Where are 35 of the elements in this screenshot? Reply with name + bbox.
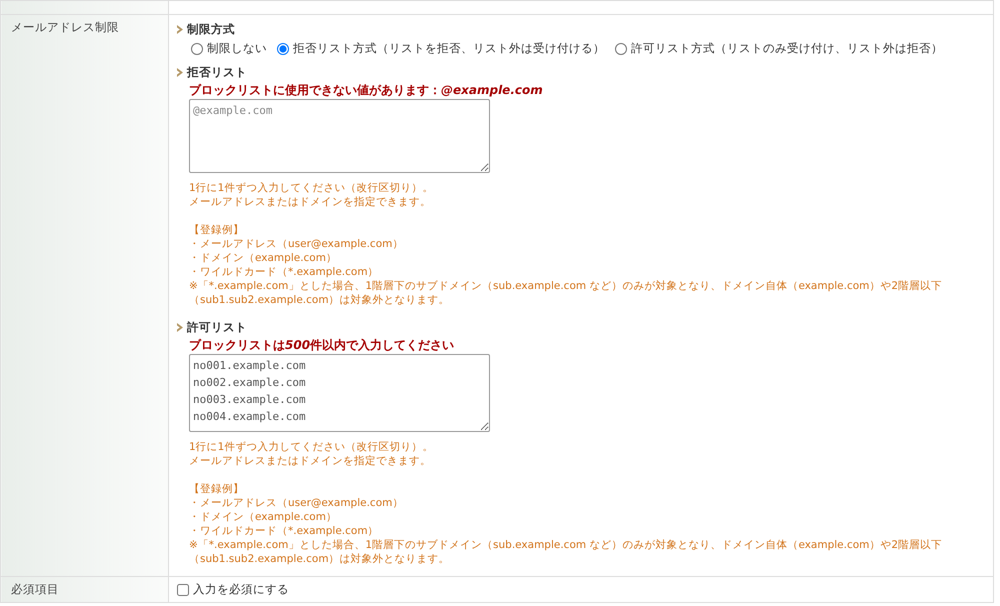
section-heading: 許可リスト bbox=[187, 318, 247, 336]
help-text: ・ワイルドカード（*.example.com） bbox=[189, 524, 380, 538]
help-text: ・ドメイン（example.com） bbox=[189, 510, 338, 524]
radio-button[interactable] bbox=[615, 42, 627, 55]
option-label: 制限しない bbox=[207, 40, 267, 58]
help-text: ・メールアドレス（user@example.com） bbox=[189, 496, 404, 510]
help-text: 【登録例】 bbox=[189, 482, 245, 496]
checkbox-label: 入力を必須にする bbox=[193, 581, 289, 598]
radio-button[interactable] bbox=[191, 42, 203, 55]
radio-option[interactable]: 制限しない bbox=[191, 40, 267, 58]
help-text: （sub1.sub2.example.com）は対象外となります。 bbox=[189, 292, 451, 307]
help-text: 1行に1件ずつ入力してください（改行区切り）。 bbox=[189, 180, 434, 195]
help-text: メールアドレスまたはドメインを指定できます。 bbox=[189, 454, 432, 468]
field-label: メールアドレス制限 bbox=[0, 14, 168, 576]
help-text: ・ドメイン（example.com） bbox=[189, 250, 338, 265]
text-area[interactable]: @example.com bbox=[189, 98, 490, 173]
error-message: ブロックリストに使用できない値があります：@example.com bbox=[189, 82, 544, 99]
help-text: 【登録例】 bbox=[189, 222, 245, 237]
text-area[interactable]: no001.example.com no002.example.com no003.example.com no004.example.com bbox=[189, 354, 490, 432]
chevron-icon bbox=[177, 68, 183, 77]
help-text: 1行に1件ずつ入力してください（改行区切り）。 bbox=[189, 440, 434, 454]
radio-button[interactable] bbox=[277, 42, 289, 55]
section-heading: 制限方式 bbox=[187, 21, 235, 38]
chevron-icon bbox=[177, 322, 183, 332]
help-text: ・ワイルドカード（*.example.com） bbox=[189, 264, 380, 279]
help-text: （sub1.sub2.example.com）は対象外となります。 bbox=[189, 552, 451, 566]
checkbox[interactable] bbox=[177, 584, 189, 596]
help-text: ・メールアドレス（user@example.com） bbox=[189, 236, 404, 251]
help-text: ※「*.example.com」とした場合、1階層下のサブドメイン（sub.example.com など）のみが対象となり、ドメイン自体（example.com）や2階層以下 bbox=[189, 538, 944, 552]
help-text: ※「*.example.com」とした場合、1階層下のサブドメイン（sub.example.com など）のみが対象となり、ドメイン自体（example.com）や2階層以下 bbox=[189, 278, 944, 293]
section-heading: 拒否リスト bbox=[187, 64, 247, 80]
chevron-icon bbox=[177, 25, 183, 34]
error-message: ブロックリストは500件以内で入力してください bbox=[189, 337, 456, 354]
field-label: 必須項目 bbox=[0, 576, 168, 603]
help-text: メールアドレスまたはドメインを指定できます。 bbox=[189, 194, 432, 209]
